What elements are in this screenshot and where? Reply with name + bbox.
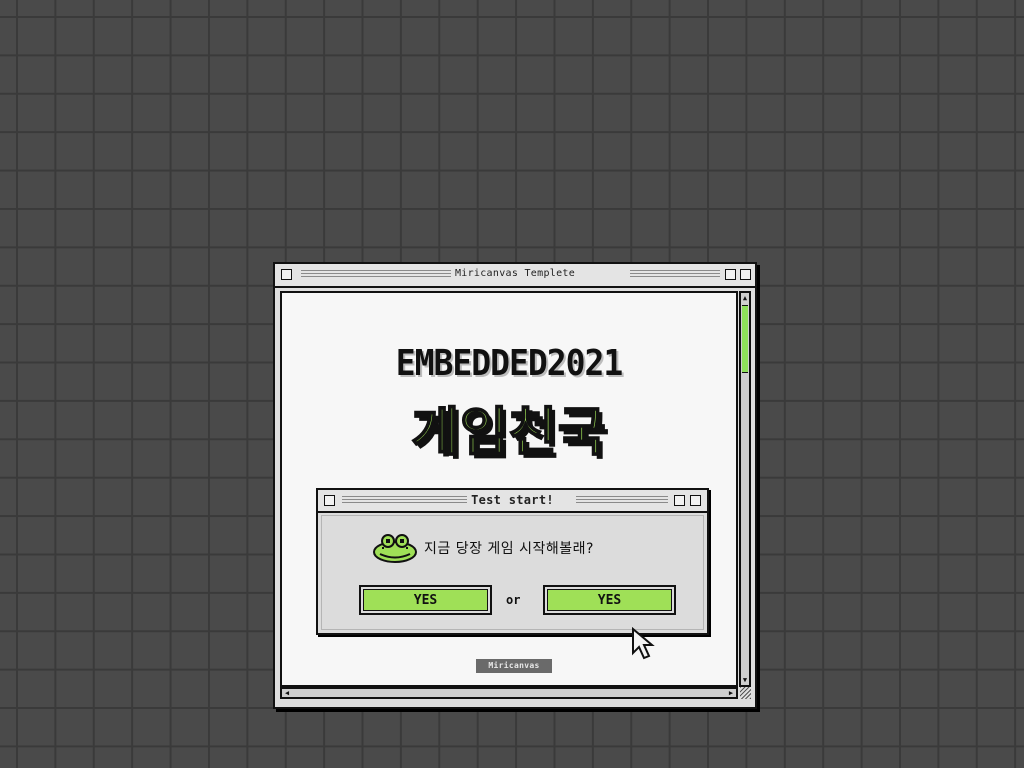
vertical-scrollbar[interactable]: ▲ ▼: [739, 291, 751, 687]
window-titlebar[interactable]: Miricanvas Templete: [275, 264, 755, 288]
yes-button-left[interactable]: YES: [359, 585, 492, 615]
dialog-titlebar[interactable]: Test start!: [318, 490, 707, 513]
yes-button-right[interactable]: YES: [543, 585, 676, 615]
test-start-dialog: Test start! 지금 당장 게임 시작해볼래? YES or YES: [316, 488, 709, 635]
dialog-message-row: 지금 당장 게임 시작해볼래?: [372, 530, 594, 566]
dialog-title: Test start!: [318, 493, 707, 507]
dialog-zoom-box-icon[interactable]: [674, 495, 685, 506]
main-window: Miricanvas Templete EMBEDDED2021 게임천국 ▲ …: [273, 262, 757, 709]
miricanvas-badge: Miricanvas: [476, 659, 552, 673]
or-label: or: [506, 593, 521, 607]
dialog-body: 지금 당장 게임 시작해볼래? YES or YES: [321, 515, 704, 630]
horizontal-scrollbar[interactable]: ◀ ▶: [280, 687, 738, 699]
dialog-collapse-box-icon[interactable]: [690, 495, 701, 506]
frog-icon: [372, 533, 418, 563]
heading-korean: 게임천국: [410, 402, 607, 464]
scroll-right-arrow-icon[interactable]: ▶: [726, 689, 736, 697]
scroll-down-arrow-icon[interactable]: ▼: [741, 675, 749, 685]
heading-english: EMBEDDED2021: [395, 341, 623, 384]
vertical-scroll-thumb[interactable]: [742, 305, 748, 373]
zoom-box-icon[interactable]: [725, 269, 736, 280]
resize-grip-icon[interactable]: [740, 687, 751, 699]
collapse-box-icon[interactable]: [740, 269, 751, 280]
scroll-up-arrow-icon[interactable]: ▲: [741, 293, 749, 303]
mouse-cursor-icon: [631, 626, 659, 661]
dialog-message: 지금 당장 게임 시작해볼래?: [424, 541, 594, 557]
window-title: Miricanvas Templete: [275, 268, 755, 279]
scroll-left-arrow-icon[interactable]: ◀: [282, 689, 292, 697]
